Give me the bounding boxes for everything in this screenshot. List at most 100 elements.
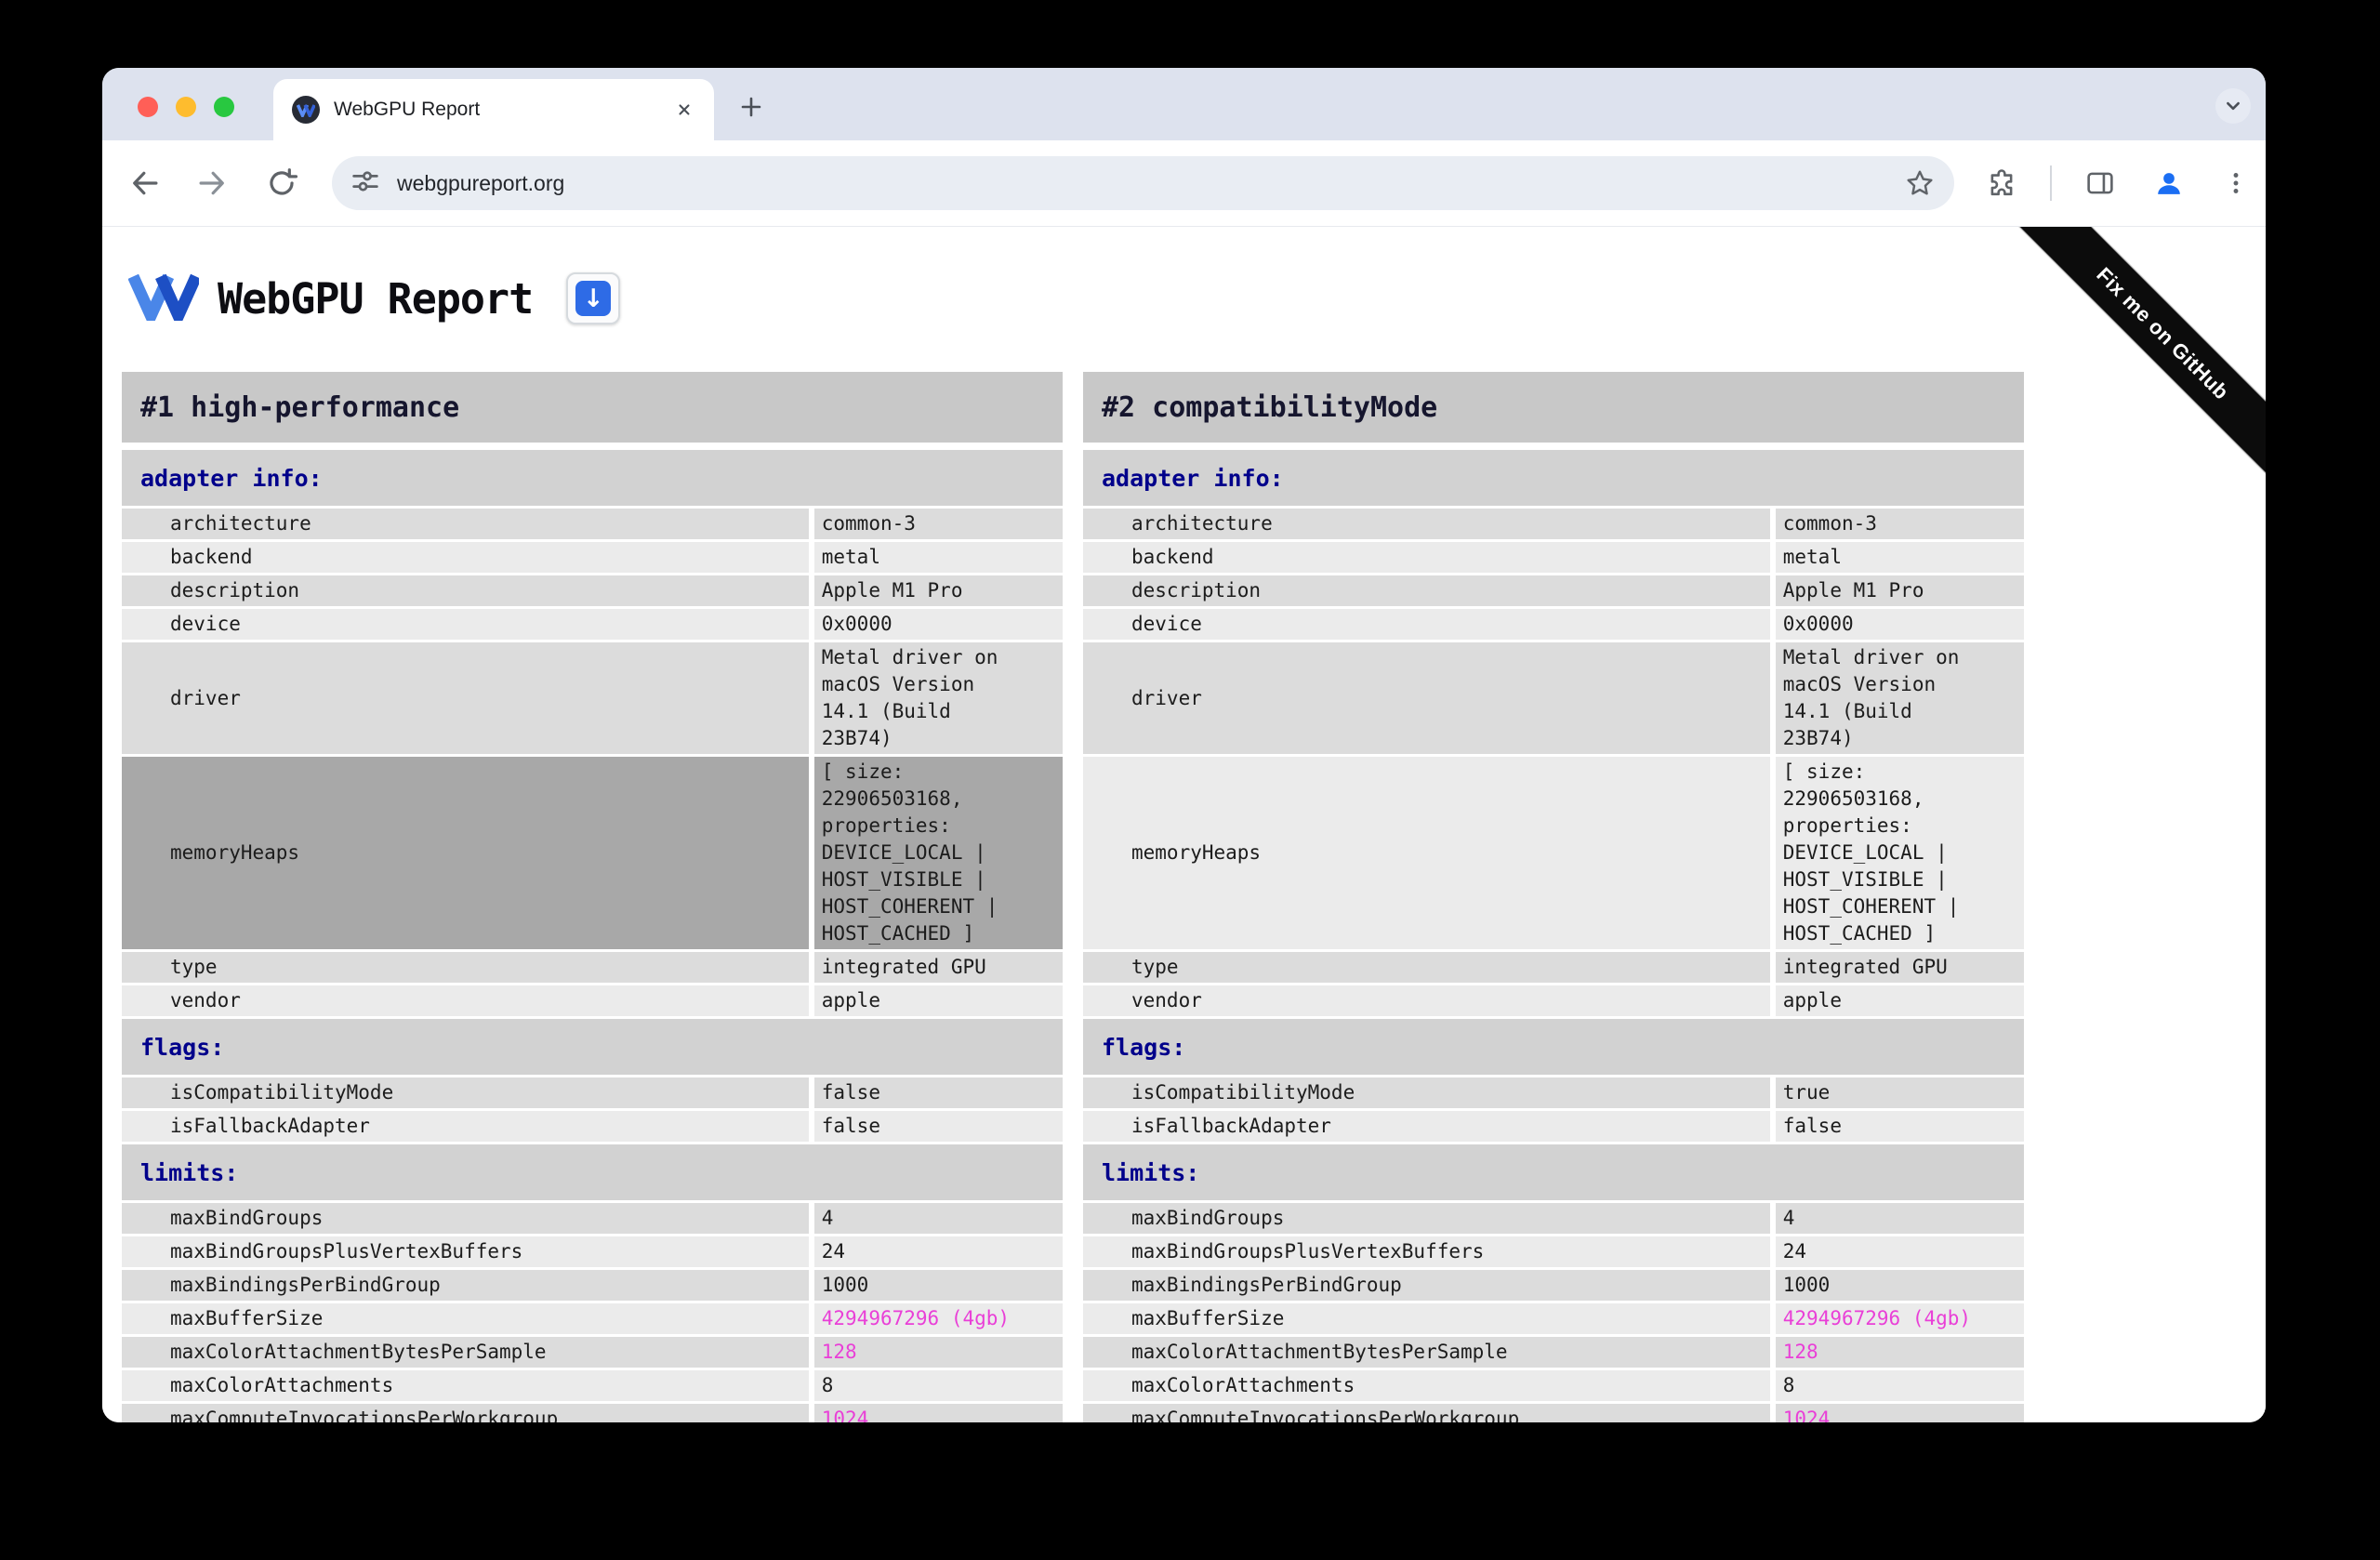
row-value: 4 [1775, 1203, 2024, 1234]
address-bar[interactable]: webgpureport.org [332, 156, 1954, 210]
table-row[interactable]: maxBufferSize 4294967296 (4gb) [122, 1303, 1063, 1334]
row-key: vendor [1083, 985, 1770, 1016]
table-row[interactable]: description Apple M1 Pro [1083, 575, 2024, 606]
new-tab-button[interactable] [733, 88, 770, 126]
table-row[interactable]: isFallbackAdapter false [122, 1111, 1063, 1142]
row-key: memoryHeaps [1083, 757, 1770, 949]
table-row[interactable]: description Apple M1 Pro [122, 575, 1063, 606]
forward-button[interactable] [193, 165, 231, 202]
table-row[interactable]: vendor apple [1083, 985, 2024, 1016]
row-key: maxBindingsPerBindGroup [1083, 1270, 1770, 1301]
table-row[interactable]: maxColorAttachmentBytesPerSample 128 [122, 1337, 1063, 1368]
toolbar-divider [2050, 165, 2052, 201]
table-row[interactable]: device 0x0000 [1083, 609, 2024, 640]
browser-menu-kebab-icon[interactable] [2217, 165, 2254, 202]
tab-title: WebGPU Report [334, 99, 481, 120]
row-value: metal [813, 542, 1063, 573]
table-row[interactable]: maxBindingsPerBindGroup 1000 [122, 1270, 1063, 1301]
table-row[interactable]: isFallbackAdapter false [1083, 1111, 2024, 1142]
row-key: backend [1083, 542, 1770, 573]
row-value: 24 [813, 1236, 1063, 1267]
row-key: maxBufferSize [122, 1303, 809, 1334]
row-key: maxColorAttachmentBytesPerSample [122, 1337, 809, 1368]
back-button[interactable] [126, 165, 164, 202]
row-value: [ size: 22906503168, properties: DEVICE_… [1775, 757, 2024, 949]
tab-favicon-icon [292, 96, 320, 124]
row-key: maxBindGroups [122, 1203, 809, 1234]
table-row[interactable]: device 0x0000 [122, 609, 1063, 640]
adapter-column: #2 compatibilityMode adapter info: archite… [1083, 372, 2024, 1422]
table-row[interactable]: type integrated GPU [122, 952, 1063, 983]
browser-tab[interactable]: WebGPU Report [273, 79, 714, 140]
row-value: 8 [813, 1370, 1063, 1401]
table-row[interactable]: maxBindGroupsPlusVertexBuffers 24 [1083, 1236, 2024, 1267]
site-settings-icon[interactable] [349, 165, 382, 203]
table-row[interactable]: maxColorAttachments 8 [122, 1370, 1063, 1401]
row-key: isFallbackAdapter [1083, 1111, 1770, 1142]
url-text[interactable]: webgpureport.org [397, 171, 1902, 196]
table-row[interactable]: vendor apple [122, 985, 1063, 1016]
table-row[interactable]: type integrated GPU [1083, 952, 2024, 983]
profile-avatar-icon[interactable] [2150, 165, 2188, 202]
webgpu-logo-icon [127, 271, 202, 331]
table-row[interactable]: maxBindGroupsPlusVertexBuffers 24 [122, 1236, 1063, 1267]
table-row[interactable]: maxBindingsPerBindGroup 1000 [1083, 1270, 2024, 1301]
row-value: false [813, 1111, 1063, 1142]
table-row[interactable]: isCompatibilityMode true [1083, 1077, 2024, 1108]
section-heading: flags: [1083, 1019, 2024, 1075]
row-value: 8 [1775, 1370, 2024, 1401]
row-value: false [813, 1077, 1063, 1108]
tab-list-chevron-icon[interactable] [2215, 88, 2251, 124]
table-row[interactable]: maxComputeInvocationsPerWorkgroup 1024 [1083, 1404, 2024, 1422]
table-row[interactable]: architecture common-3 [1083, 509, 2024, 539]
row-value: Metal driver on macOS Version 14.1 (Buil… [1775, 642, 2024, 754]
extensions-icon[interactable] [1983, 165, 2020, 202]
report-section: limits: maxBindGroups 4 maxBindGroupsPlusVe… [122, 1144, 1063, 1422]
table-row[interactable]: maxBindGroups 4 [122, 1203, 1063, 1234]
section-heading: adapter info: [122, 450, 1063, 506]
table-row[interactable]: driver Metal driver on macOS Version 14.1… [122, 642, 1063, 754]
report-columns: #1 high-performance adapter info: architec… [122, 372, 2246, 1422]
window-controls [138, 97, 234, 117]
table-row[interactable]: isCompatibilityMode false [122, 1077, 1063, 1108]
tab-close-icon[interactable] [669, 95, 699, 125]
section-heading: limits: [122, 1144, 1063, 1200]
table-row[interactable]: architecture common-3 [122, 509, 1063, 539]
report-section: flags: isCompatibilityMode false isFallback… [122, 1019, 1063, 1142]
table-row[interactable]: driver Metal driver on macOS Version 14.1… [1083, 642, 2024, 754]
row-key: device [122, 609, 809, 640]
minimize-window-button[interactable] [176, 97, 196, 117]
table-row[interactable]: maxColorAttachments 8 [1083, 1370, 2024, 1401]
side-panel-icon[interactable] [2082, 165, 2119, 202]
report-section: adapter info: architecture common-3 backend… [122, 450, 1063, 1016]
section-heading: flags: [122, 1019, 1063, 1075]
download-report-button[interactable]: ↓ [566, 272, 621, 324]
row-key: maxBindGroupsPlusVertexBuffers [122, 1236, 809, 1267]
row-value: 1024 [1775, 1404, 2024, 1422]
table-row[interactable]: maxColorAttachmentBytesPerSample 128 [1083, 1337, 2024, 1368]
row-key: maxColorAttachments [122, 1370, 809, 1401]
page-title: WebGPU Report [218, 273, 534, 324]
row-value: 4294967296 (4gb) [813, 1303, 1063, 1334]
table-row[interactable]: memoryHeaps[ size: 22906503168, properti… [122, 757, 1063, 949]
row-key: memoryHeaps [122, 757, 809, 949]
zoom-window-button[interactable] [214, 97, 234, 117]
reload-button[interactable] [263, 165, 300, 202]
table-row[interactable]: backend metal [1083, 542, 2024, 573]
row-value: 1000 [813, 1270, 1063, 1301]
table-row[interactable]: memoryHeaps[ size: 22906503168, properti… [1083, 757, 2024, 949]
close-window-button[interactable] [138, 97, 158, 117]
bookmark-star-icon[interactable] [1902, 165, 1937, 201]
browser-toolbar: webgpureport.org [102, 140, 2266, 227]
report-section: adapter info: architecture common-3 backend… [1083, 450, 2024, 1016]
table-row[interactable]: maxBindGroups 4 [1083, 1203, 2024, 1234]
table-row[interactable]: maxBufferSize 4294967296 (4gb) [1083, 1303, 2024, 1334]
row-key: maxBindGroups [1083, 1203, 1770, 1234]
row-key: maxColorAttachments [1083, 1370, 1770, 1401]
table-row[interactable]: backend metal [122, 542, 1063, 573]
section-heading: limits: [1083, 1144, 2024, 1200]
row-value: Metal driver on macOS Version 14.1 (Buil… [813, 642, 1063, 754]
row-value: true [1775, 1077, 2024, 1108]
table-row[interactable]: maxComputeInvocationsPerWorkgroup 1024 [122, 1404, 1063, 1422]
report-section: limits: maxBindGroups 4 maxBindGroupsPlusVe… [1083, 1144, 2024, 1422]
